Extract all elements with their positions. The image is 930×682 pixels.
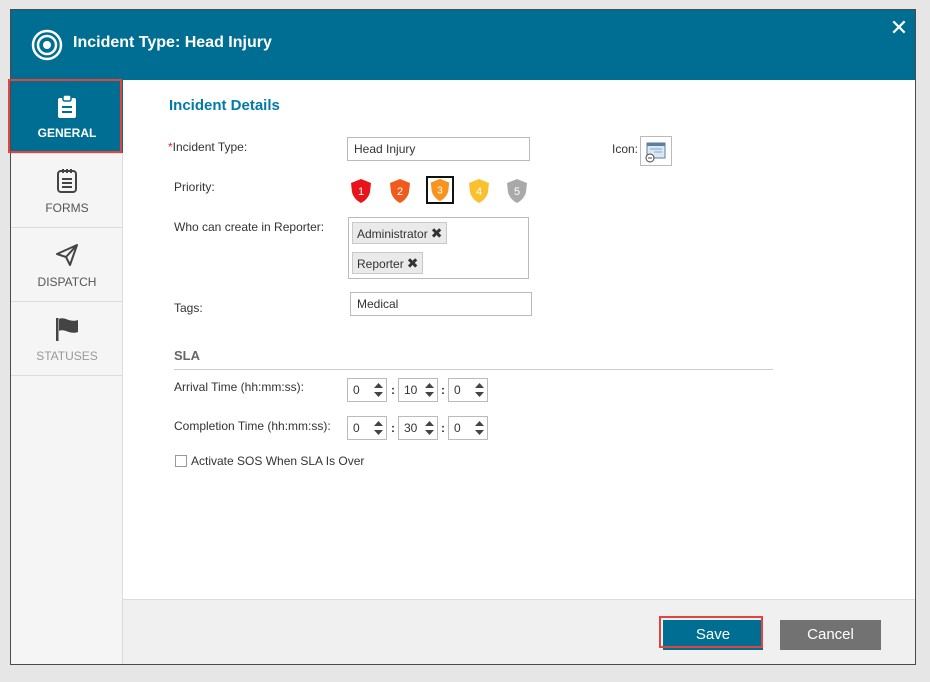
dialog-footer: Save Cancel [123, 599, 915, 664]
spinner-arrows-icon [374, 383, 383, 397]
time-separator: : [441, 383, 445, 397]
priority-2-option[interactable]: 2 [388, 178, 412, 204]
section-title: Incident Details [169, 97, 280, 114]
sidebar-item-general[interactable]: GENERAL [11, 80, 123, 154]
dialog-titlebar: Incident Type: Head Injury ✕ [11, 10, 915, 80]
spinner-arrows-icon [475, 383, 484, 397]
sidebar-item-statuses[interactable]: STATUSES [11, 302, 123, 376]
shield-icon: 3 [430, 178, 450, 202]
sidebar-item-dispatch[interactable]: DISPATCH [11, 228, 123, 302]
sidebar-item-label: DISPATCH [37, 275, 97, 289]
svg-text:3: 3 [437, 186, 443, 197]
sla-heading: SLA [174, 348, 200, 363]
spinner-arrows-icon [425, 383, 434, 397]
activate-sos-checkbox[interactable] [175, 455, 187, 467]
icon-label: Icon: [612, 142, 639, 156]
svg-text:2: 2 [397, 186, 403, 198]
arrival-minutes-spinner[interactable]: 10 [398, 378, 438, 402]
reporter-roles-select[interactable]: Administrator ✖ Reporter ✖ [348, 217, 529, 279]
flag-icon [56, 318, 78, 341]
svg-text:5: 5 [514, 186, 520, 198]
priority-5-option[interactable]: 5 [505, 178, 529, 204]
dialog-title: Incident Type: Head Injury [73, 34, 272, 51]
incident-image-icon [645, 142, 666, 163]
completion-time-label: Completion Time (hh:mm:ss): [174, 419, 331, 433]
remove-chip-icon[interactable]: ✖ [431, 225, 443, 241]
activate-sos-label: Activate SOS When SLA Is Over [191, 454, 365, 468]
sidebar-item-forms[interactable]: FORMS [11, 154, 123, 228]
sla-divider [174, 369, 773, 370]
spinner-arrows-icon [374, 421, 383, 435]
incident-type-label: *Incident Type: [168, 140, 248, 154]
role-chip-administrator: Administrator ✖ [352, 222, 448, 244]
arrival-seconds-spinner[interactable]: 0 [448, 378, 488, 402]
shield-icon: 5 [507, 179, 527, 203]
spinner-arrows-icon [475, 421, 484, 435]
sidebar: GENERAL FORMS DISPATCH STATUSES [11, 80, 123, 664]
clipboard-icon [58, 94, 76, 118]
general-form: Incident Details *Incident Type: Head In… [123, 80, 915, 599]
svg-text:1: 1 [358, 186, 364, 198]
completion-minutes-spinner[interactable]: 30 [398, 416, 438, 440]
sidebar-item-label: STATUSES [36, 349, 98, 363]
shield-icon: 2 [390, 179, 410, 203]
close-button[interactable]: ✕ [887, 16, 911, 40]
role-chip-reporter: Reporter ✖ [352, 252, 424, 274]
who-can-create-label: Who can create in Reporter: [174, 220, 325, 234]
remove-chip-icon[interactable]: ✖ [407, 255, 419, 271]
svg-text:4: 4 [476, 186, 482, 198]
time-separator: : [391, 421, 395, 435]
paper-plane-icon [56, 244, 78, 266]
completion-seconds-spinner[interactable]: 0 [448, 416, 488, 440]
incident-type-dialog: Incident Type: Head Injury ✕ GENERAL FOR… [10, 9, 916, 665]
save-button[interactable]: Save [663, 620, 763, 650]
sidebar-item-label: FORMS [45, 201, 89, 215]
priority-4-option[interactable]: 4 [467, 178, 491, 204]
arrival-hours-spinner[interactable]: 0 [347, 378, 387, 402]
icon-picker-button[interactable] [640, 136, 672, 166]
cancel-button[interactable]: Cancel [780, 620, 881, 650]
tags-input[interactable]: Medical [350, 292, 532, 316]
arrival-time-label: Arrival Time (hh:mm:ss): [174, 380, 305, 394]
priority-3-option[interactable]: 3 [426, 176, 454, 204]
priority-label: Priority: [174, 180, 215, 194]
completion-hours-spinner[interactable]: 0 [347, 416, 387, 440]
incident-type-input[interactable]: Head Injury [347, 137, 530, 161]
priority-1-option[interactable]: 1 [349, 178, 373, 204]
time-separator: : [441, 421, 445, 435]
spinner-arrows-icon [425, 421, 434, 435]
sidebar-item-label: GENERAL [37, 126, 97, 140]
target-icon [31, 29, 63, 61]
shield-icon: 4 [469, 179, 489, 203]
notepad-icon [57, 169, 77, 193]
time-separator: : [391, 383, 395, 397]
tags-label: Tags: [174, 301, 203, 315]
shield-icon: 1 [351, 179, 371, 203]
